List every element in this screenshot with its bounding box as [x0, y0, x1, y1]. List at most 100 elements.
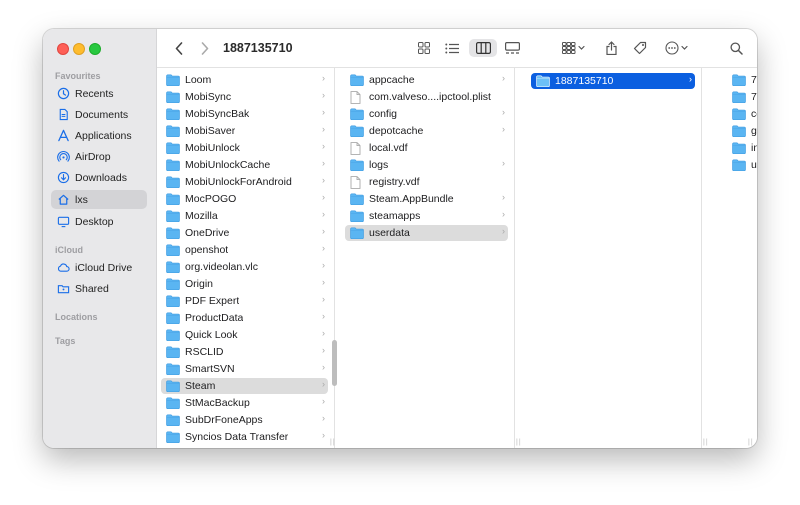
share-button[interactable] [603, 39, 619, 57]
folder-row[interactable]: 1887135710 › [531, 73, 695, 89]
window-title: 1887135710 [223, 41, 293, 55]
icon-view-button[interactable] [413, 39, 435, 57]
sidebar: Favourites Recents Documents Application… [43, 29, 157, 448]
folder-row[interactable]: Steam › [161, 378, 328, 394]
folder-icon [166, 397, 180, 409]
folder-row[interactable]: MobiSaver › [161, 123, 328, 139]
chevron-right-icon: › [322, 175, 325, 185]
folder-row[interactable]: MobiSyncBak › [161, 106, 328, 122]
folder-row[interactable]: config [727, 106, 757, 122]
folder-row[interactable]: steamapps › [345, 208, 508, 224]
folder-row[interactable]: Steam.AppBundle › [345, 191, 508, 207]
folder-row[interactable]: SmartSVN › [161, 361, 328, 377]
sidebar-item-icloud-drive[interactable]: iCloud Drive [51, 258, 147, 277]
folder-row[interactable]: appcache › [345, 72, 508, 88]
sidebar-item-documents[interactable]: Documents [51, 105, 147, 124]
folder-row[interactable]: 760 [727, 89, 757, 105]
folder-row[interactable]: Mozilla › [161, 208, 328, 224]
chevron-right-icon: › [322, 345, 325, 355]
folder-row[interactable]: Origin › [161, 276, 328, 292]
forward-button[interactable] [197, 39, 213, 57]
folder-row[interactable]: userdata › [345, 225, 508, 241]
gallery-view-button[interactable] [501, 39, 523, 57]
column-4[interactable]: 7 760 config game inventory ugc [723, 68, 757, 448]
file-row[interactable]: registry.vdf [345, 174, 508, 190]
item-name: Steam.AppBundle [369, 193, 454, 205]
folder-row[interactable]: StMacBackup › [161, 395, 328, 411]
file-row[interactable]: com.valveso....ipctool.plist [345, 89, 508, 105]
folder-row[interactable]: inventory [727, 140, 757, 156]
column-resize-handle[interactable]: || [748, 439, 754, 446]
folder-row[interactable]: game [727, 123, 757, 139]
column-view-button[interactable] [469, 39, 497, 57]
folder-row[interactable]: Loom › [161, 72, 328, 88]
folder-row[interactable]: config › [345, 106, 508, 122]
item-name: Mozilla [185, 210, 218, 222]
sidebar-item-label: Downloads [75, 171, 127, 184]
item-name: MobiSync [185, 91, 232, 103]
folder-icon [350, 210, 364, 222]
folder-row[interactable]: MobiUnlockCache › [161, 157, 328, 173]
favourites-heading: Favourites [55, 71, 101, 81]
group-button[interactable] [559, 39, 589, 57]
sidebar-item-recents[interactable]: Recents [51, 84, 147, 103]
cloud-icon [56, 261, 70, 275]
search-button[interactable] [728, 39, 744, 57]
folder-icon [166, 91, 180, 103]
item-name: SmartSVN [185, 363, 235, 375]
vertical-scrollbar[interactable] [332, 340, 337, 386]
column-resize-handle[interactable]: || [330, 439, 336, 446]
chevron-right-icon: › [322, 209, 325, 219]
folder-row[interactable]: openshot › [161, 242, 328, 258]
folder-row[interactable]: MocPOGO › [161, 191, 328, 207]
folder-row[interactable]: logs › [345, 157, 508, 173]
list-icon [445, 43, 459, 53]
folder-row[interactable]: PDF Expert › [161, 293, 328, 309]
more-actions-button[interactable] [663, 39, 693, 57]
folder-row[interactable]: OneDrive › [161, 225, 328, 241]
folder-row[interactable]: MobiUnlock › [161, 140, 328, 156]
sidebar-item-label: Desktop [75, 215, 114, 228]
chevron-right-icon: › [502, 158, 505, 168]
column-resize-handle[interactable]: || [516, 439, 522, 446]
minimize-window-button[interactable] [73, 43, 85, 55]
sidebar-item-shared[interactable]: Shared [51, 279, 147, 298]
sidebar-item-desktop[interactable]: Desktop [51, 212, 147, 231]
tag-button[interactable] [632, 39, 648, 57]
folder-row[interactable]: MobiSync › [161, 89, 328, 105]
zoom-window-button[interactable] [89, 43, 101, 55]
column-3[interactable]: 1887135710 › [527, 68, 702, 448]
folder-row[interactable]: RSCLID › [161, 344, 328, 360]
folder-row[interactable]: SubDrFoneApps › [161, 412, 328, 428]
column-2[interactable]: appcache › com.valveso....ipctool.plist con… [341, 68, 515, 448]
item-name: Origin [185, 278, 214, 290]
folder-row[interactable]: depotcache › [345, 123, 508, 139]
column-1[interactable]: Loom › MobiSync › MobiSyncBak › MobiSaver › Mobi… [157, 68, 335, 448]
back-button[interactable] [171, 39, 187, 57]
folder-row[interactable]: ProductData › [161, 310, 328, 326]
sidebar-item-lxs[interactable]: lxs [51, 190, 147, 209]
item-name: Syncios Data Transfer [185, 431, 289, 443]
folder-icon [166, 142, 180, 154]
folder-row[interactable]: org.videolan.vlc › [161, 259, 328, 275]
folder-icon [350, 108, 364, 120]
list-view-button[interactable] [441, 39, 463, 57]
chevron-right-icon: › [322, 379, 325, 389]
folder-row[interactable]: 7 [727, 72, 757, 88]
file-row[interactable]: local.vdf [345, 140, 508, 156]
folder-row[interactable]: MobiUnlockForAndroid › [161, 174, 328, 190]
sidebar-item-label: lxs [75, 193, 88, 206]
folder-row[interactable]: Quick Look › [161, 327, 328, 343]
folder-row[interactable]: Syncios Data Transfer › [161, 429, 328, 445]
folder-icon [166, 329, 180, 341]
sidebar-item-applications[interactable]: Applications [51, 126, 147, 145]
item-name: Quick Look [185, 329, 238, 341]
sidebar-item-airdrop[interactable]: AirDrop [51, 147, 147, 166]
folder-row[interactable]: ugc [727, 157, 757, 173]
column-resize-handle[interactable]: || [703, 439, 709, 446]
folder-icon [166, 414, 180, 426]
sidebar-item-label: iCloud Drive [75, 261, 133, 274]
close-window-button[interactable] [57, 43, 69, 55]
folder-icon [732, 91, 746, 103]
sidebar-item-downloads[interactable]: Downloads [51, 168, 147, 187]
